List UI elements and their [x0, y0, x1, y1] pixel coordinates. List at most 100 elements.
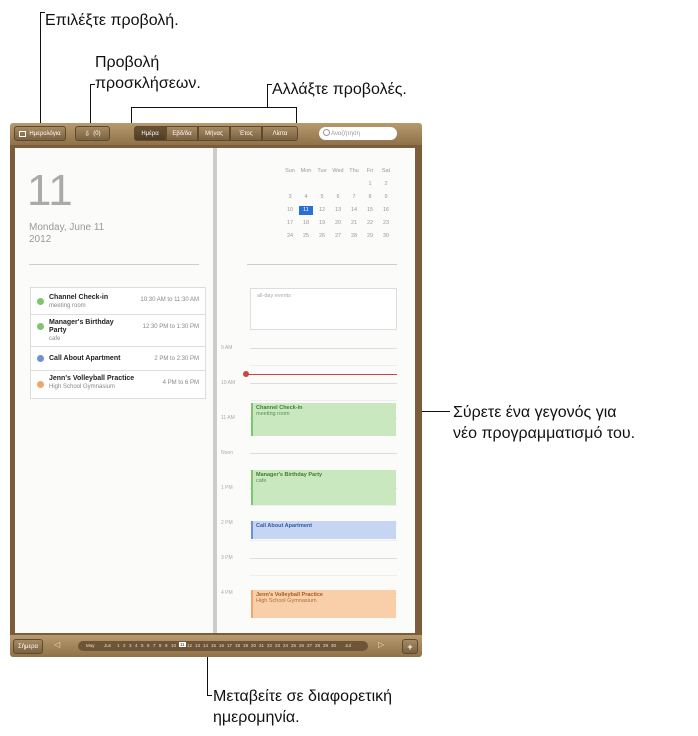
- date-scrubber-selected-day[interactable]: 11: [179, 642, 186, 647]
- segment-year[interactable]: Έτος: [230, 126, 262, 141]
- callout-tick-choose-view: [40, 12, 45, 13]
- bottom-bar: Σήμερα ◁ May Jun 1 2 3 4 5 6 7 8 9 10 11 12 13 14 15 16 17…: [10, 635, 422, 657]
- search-input[interactable]: Αναζήτηση: [319, 127, 397, 140]
- previous-arrow-icon[interactable]: ◁: [54, 640, 60, 649]
- segment-day[interactable]: Ημέρα: [134, 126, 166, 141]
- date-scrubber-item[interactable]: 22: [267, 643, 272, 648]
- search-icon: [323, 129, 330, 136]
- mini-calendar-day[interactable]: 9: [379, 193, 393, 202]
- mini-calendar-day[interactable]: 11: [299, 206, 313, 215]
- date-scrubber-item[interactable]: 16: [219, 643, 224, 648]
- mini-calendar-day[interactable]: 4: [299, 193, 313, 202]
- date-scrubber-item[interactable]: 1: [117, 643, 120, 648]
- date-scrubber-item[interactable]: 5: [141, 643, 144, 648]
- date-scrubber-item[interactable]: 30: [331, 643, 336, 648]
- date-scrubber-item[interactable]: 8: [159, 643, 162, 648]
- mini-calendar-day[interactable]: 30: [379, 232, 393, 241]
- callout-go-date-line1: Μεταβείτε σε διαφορετική: [213, 688, 393, 705]
- date-scrubber-item[interactable]: May: [86, 643, 95, 648]
- segment-week[interactable]: Εβδ/δα: [166, 126, 198, 141]
- date-scrubber-item[interactable]: 15: [211, 643, 216, 648]
- list-item-event[interactable]: Manager's Birthday Party cafe 12:30 PM t…: [31, 315, 205, 347]
- date-scrubber-item[interactable]: 10: [171, 643, 176, 648]
- mini-calendar-day[interactable]: 2: [379, 180, 393, 189]
- mini-calendar-day[interactable]: 8: [363, 193, 377, 202]
- mini-calendar-day[interactable]: 10: [283, 206, 297, 215]
- date-scrubber-item[interactable]: 29: [323, 643, 328, 648]
- date-scrubber-item[interactable]: 4: [135, 643, 138, 648]
- mini-calendar-day[interactable]: 22: [363, 219, 377, 228]
- segment-month[interactable]: Μήνας: [198, 126, 230, 141]
- invitations-count: (0): [93, 130, 101, 137]
- day-event-block[interactable]: Manager's Birthday Party cafe: [251, 470, 396, 505]
- callout-tick-invitations: [90, 84, 95, 85]
- mini-calendar-day[interactable]: 21: [347, 219, 361, 228]
- mini-calendar-day[interactable]: 15: [363, 206, 377, 215]
- mini-calendar-day[interactable]: 14: [347, 206, 361, 215]
- mini-calendar-day[interactable]: 27: [331, 232, 345, 241]
- calendars-button[interactable]: Ημερολόγια: [14, 126, 66, 141]
- date-scrubber-item[interactable]: 19: [243, 643, 248, 648]
- hour-label: 2 PM: [221, 520, 233, 526]
- date-scrubber-item[interactable]: 18: [235, 643, 240, 648]
- date-scrubber-item[interactable]: 9: [165, 643, 168, 648]
- date-scrubber-item[interactable]: Jun: [104, 643, 111, 648]
- date-scrubber-item[interactable]: 3: [129, 643, 132, 648]
- callout-go-date-line2: ημερομηνία.: [213, 709, 300, 726]
- date-scrubber-item[interactable]: 26: [299, 643, 304, 648]
- event-list: Channel Check-in meeting room 10:30 AM t…: [30, 287, 206, 399]
- mini-calendar-day[interactable]: 16: [379, 206, 393, 215]
- date-scrubber-item[interactable]: 7: [153, 643, 156, 648]
- mini-calendar-day[interactable]: 7: [347, 193, 361, 202]
- callout-line-invitations: [90, 84, 91, 124]
- list-item-event[interactable]: Channel Check-in meeting room 10:30 AM t…: [31, 288, 205, 315]
- today-button[interactable]: Σήμερα: [13, 639, 43, 654]
- event-time: 4 PM to 6 PM: [162, 380, 199, 386]
- mini-calendar-day[interactable]: 24: [283, 232, 297, 241]
- mini-calendar-day[interactable]: 12: [315, 206, 329, 215]
- mini-calendar-day[interactable]: 28: [347, 232, 361, 241]
- mini-calendar-day[interactable]: 6: [331, 193, 345, 202]
- date-scrubber-item[interactable]: 6: [147, 643, 150, 648]
- mini-calendar-day[interactable]: 19: [315, 219, 329, 228]
- mini-calendar-day[interactable]: 1: [363, 180, 377, 189]
- mini-calendar-day[interactable]: 23: [379, 219, 393, 228]
- next-arrow-icon[interactable]: ▷: [378, 640, 384, 649]
- day-event-block[interactable]: Channel Check-in meeting room: [251, 403, 396, 436]
- callout-invitations-line1: Προβολή: [95, 54, 160, 71]
- date-scrubber-item[interactable]: 23: [275, 643, 280, 648]
- mini-calendar-day[interactable]: 29: [363, 232, 377, 241]
- list-item-event[interactable]: Jenn's Volleyball Practice High School G…: [31, 371, 205, 398]
- mini-calendar-day[interactable]: 5: [315, 193, 329, 202]
- mini-calendar-day[interactable]: 20: [331, 219, 345, 228]
- add-event-button[interactable]: +: [402, 639, 418, 654]
- hour-line: [250, 453, 397, 454]
- date-scrubber-item[interactable]: 17: [227, 643, 232, 648]
- date-scrubber-item[interactable]: 13: [195, 643, 200, 648]
- callout-change-views: Αλλάξτε προβολές.: [272, 81, 407, 98]
- date-scrubber-item[interactable]: 2: [123, 643, 126, 648]
- date-scrubber-item[interactable]: Jul: [345, 643, 351, 648]
- invitations-button[interactable]: ⇩ (0): [75, 126, 110, 141]
- mini-calendar-day[interactable]: 25: [299, 232, 313, 241]
- day-event-block[interactable]: Call About Apartment: [251, 521, 396, 539]
- date-scrubber-item[interactable]: 27: [307, 643, 312, 648]
- date-scrubber-item[interactable]: 25: [291, 643, 296, 648]
- half-hour-line: [250, 400, 397, 401]
- date-scrubber[interactable]: May Jun 1 2 3 4 5 6 7 8 9 10 11 12 13 14 15 16 17 18 19 20 21 2…: [78, 641, 368, 651]
- date-scrubber-item[interactable]: 28: [315, 643, 320, 648]
- mini-calendar-day[interactable]: 3: [283, 193, 297, 202]
- date-scrubber-item[interactable]: 12: [187, 643, 192, 648]
- day-event-block[interactable]: Jenn's Volleyball Practice High School G…: [251, 590, 396, 618]
- date-scrubber-item[interactable]: 21: [259, 643, 264, 648]
- segment-list[interactable]: Λίστα: [262, 126, 298, 141]
- date-scrubber-item[interactable]: 24: [283, 643, 288, 648]
- top-toolbar: Ημερολόγια ⇩ (0) Ημέρα Εβδ/δα Μήνας Έτος…: [10, 123, 422, 145]
- list-item-event[interactable]: Call About Apartment 2 PM to 2:30 PM: [31, 347, 205, 371]
- date-scrubber-item[interactable]: 14: [203, 643, 208, 648]
- date-scrubber-item[interactable]: 20: [251, 643, 256, 648]
- mini-calendar-day[interactable]: 26: [315, 232, 329, 241]
- mini-calendar-day[interactable]: 17: [283, 219, 297, 228]
- mini-calendar-day[interactable]: 18: [299, 219, 313, 228]
- mini-calendar-day[interactable]: 13: [331, 206, 345, 215]
